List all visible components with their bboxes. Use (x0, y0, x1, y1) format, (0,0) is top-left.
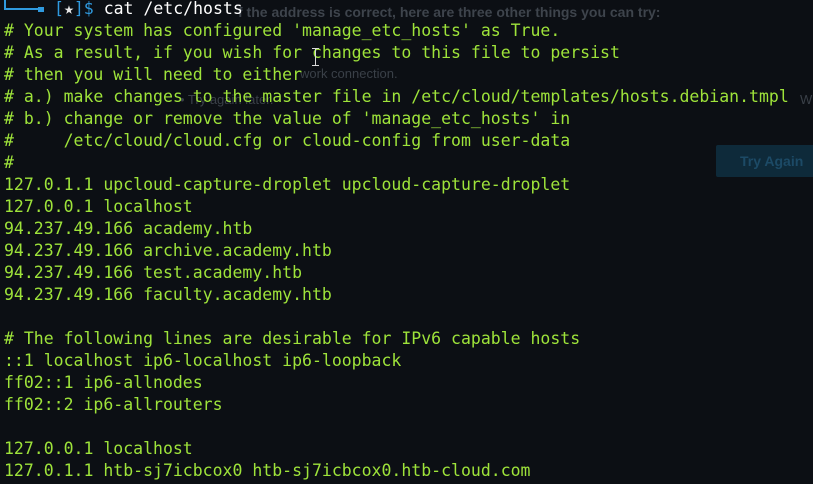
prompt-command: cat /etc/hosts (103, 0, 243, 18)
terminal-output-line: 127.0.0.1 localhost (4, 439, 193, 458)
terminal-output-line: ::1 localhost ip6-localhost ip6-loopback (4, 351, 402, 370)
terminal-output-line: ff02::1 ip6-allnodes (4, 373, 203, 392)
text-cursor-icon (312, 48, 319, 66)
prompt-dash (38, 7, 44, 12)
terminal-output-line: # then you will need to either (4, 65, 303, 84)
terminal-output-line: # (4, 153, 14, 172)
terminal-output-line: # a.) make changes to the master file in… (4, 87, 789, 106)
terminal-output-line: 94.237.49.166 archive.academy.htb (4, 241, 332, 260)
terminal-output-line: 94.237.49.166 test.academy.htb (4, 263, 303, 282)
star-icon: ★ (63, 0, 74, 18)
terminal-output-line: 94.237.49.166 faculty.academy.htb (4, 285, 332, 304)
prompt-close: ]$ (73, 0, 104, 18)
terminal-output-line: 127.0.1.1 upcloud-capture-droplet upclou… (4, 175, 571, 194)
terminal-output-line: # The following lines are desirable for … (4, 329, 581, 348)
terminal-output-line: # /etc/cloud/cloud.cfg or cloud-config f… (4, 131, 571, 150)
terminal-output-line: # Your system has configured 'manage_etc… (4, 21, 561, 40)
terminal-output-line: # b.) change or remove the value of 'man… (4, 109, 571, 128)
terminal-output-line: ff02::2 ip6-allrouters (4, 395, 223, 414)
terminal-output-line: 94.237.49.166 academy.htb (4, 219, 253, 238)
prompt-open-bracket: [ (54, 0, 64, 18)
prompt-corner-line (4, 0, 38, 10)
terminal-output-line: 127.0.0.1 localhost (4, 197, 193, 216)
shell-prompt: [★]$ cat /etc/hosts (54, 0, 243, 20)
terminal-output-line: 127.0.1.1 htb-sj7icbcox0 htb-sj7icbcox0.… (4, 461, 531, 480)
terminal-window[interactable]: [★]$ cat /etc/hosts # Your system has co… (0, 0, 813, 484)
